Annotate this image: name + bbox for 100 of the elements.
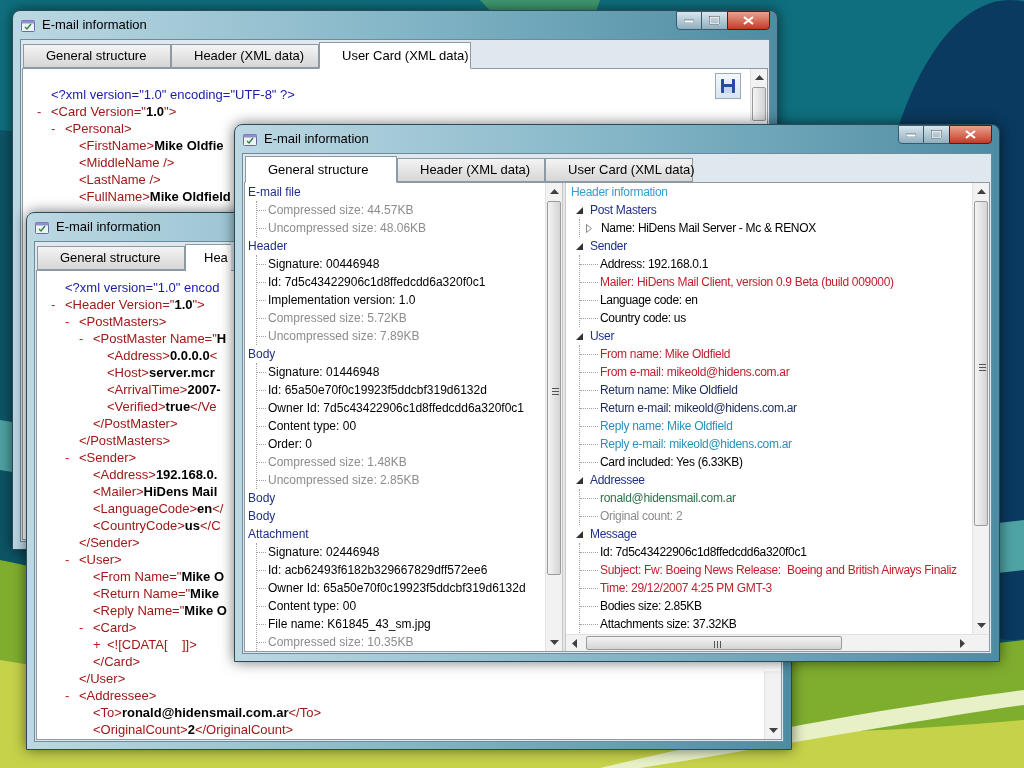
scroll-up-arrow-icon[interactable] [977, 189, 986, 194]
tab[interactable]: User Card (XML data) [545, 158, 693, 182]
expanded-triangle-icon[interactable] [576, 332, 583, 340]
close-button[interactable] [727, 11, 770, 30]
tree-item[interactable]: Language code: en [600, 291, 698, 309]
collapse-toggle[interactable]: - [65, 549, 79, 570]
scrollbar[interactable] [972, 183, 989, 634]
tree-group-label[interactable]: Post Masters [590, 201, 657, 219]
tree-group-label[interactable]: Header [248, 237, 288, 255]
tree-item[interactable]: Order: 0 [268, 435, 312, 453]
tree-item[interactable]: File name: K61845_43_sm.jpg [268, 615, 431, 633]
tree-item[interactable]: Id: acb62493f6182b329667829dff572ee6 [268, 561, 488, 579]
tree-item[interactable]: Id: 7d5c43422906c1d8ffedcdd6a320f0c1 [268, 273, 486, 291]
tab[interactable]: User Card (XML data) [319, 42, 471, 69]
maximize-button[interactable] [924, 125, 949, 144]
tree-group-label[interactable]: Sender [590, 237, 627, 255]
tree-group-label[interactable]: Message [590, 525, 637, 543]
collapse-toggle[interactable]: - [79, 617, 93, 638]
tree-group-label[interactable]: User [590, 327, 615, 345]
scrollbar[interactable] [566, 634, 989, 651]
tree-item[interactable]: Owner Id: 65a50e70f0c19923f5ddcbf319d6132d [268, 579, 526, 597]
tree-item[interactable]: Return name: Mike Oldfield [600, 381, 738, 399]
collapse-toggle[interactable]: - [65, 447, 79, 468]
tree-item[interactable]: Subject: Fw: Boeing News Release: Boeing and British Airways Finaliz [600, 561, 957, 579]
tree-item[interactable]: Uncompressed size: 7.89KB [268, 327, 420, 345]
tree-item[interactable]: Compressed size: 5.72KB [268, 309, 407, 327]
minimize-button[interactable] [676, 11, 702, 30]
tree-item[interactable]: From e-mail: mikeold@hidens.com.ar [600, 363, 790, 381]
tree-group-label[interactable]: Attachment [248, 525, 309, 543]
xml-line: <OriginalCount>2</OriginalCount> [93, 720, 294, 739]
tree-item[interactable]: Country code: us [600, 309, 686, 327]
tab[interactable]: Header (XML data) [171, 44, 319, 68]
collapse-toggle[interactable]: - [65, 685, 79, 706]
scrollbar-thumb[interactable] [974, 201, 988, 526]
expanded-triangle-icon[interactable] [576, 206, 583, 214]
tree-item[interactable]: Reply name: Mike Oldfield [600, 417, 733, 435]
tree-item[interactable]: Compressed size: 1.48KB [268, 453, 407, 471]
tree-item[interactable]: Signature: 02446948 [268, 543, 380, 561]
tree-item[interactable]: Owner Id: 7d5c43422906c1d8ffedcdd6a320f0c1 [268, 399, 524, 417]
expanded-triangle-icon[interactable] [576, 476, 583, 484]
tree-item[interactable]: Attachments size: 37.32KB [600, 615, 737, 633]
collapse-toggle[interactable]: - [65, 311, 79, 332]
expanded-triangle-icon[interactable] [576, 242, 583, 250]
scrollbar[interactable] [750, 69, 767, 121]
tree-item[interactable]: Address: 192.168.0.1 [600, 255, 709, 273]
tree-item[interactable]: Implementation version: 1.0 [268, 291, 416, 309]
tree-group-label[interactable]: Body [248, 507, 276, 525]
scrollbar[interactable] [764, 671, 781, 739]
tree-item[interactable]: Id: 7d5c43422906c1d8ffedcdd6a320f0c1 [600, 543, 807, 561]
tab[interactable]: General structure [245, 156, 397, 183]
tree-item[interactable]: Id: 65a50e70f0c19923f5ddcbf319d6132d [268, 381, 487, 399]
scroll-down-arrow-icon[interactable] [769, 728, 778, 733]
tree-item[interactable]: Time: 29/12/2007 4:25 PM GMT-3 [600, 579, 772, 597]
tab[interactable]: Header (XML data) [397, 158, 545, 182]
expanded-triangle-icon[interactable] [576, 530, 583, 538]
close-button[interactable] [949, 125, 992, 144]
tree-group-label[interactable]: Body [248, 489, 276, 507]
collapse-toggle[interactable]: - [51, 294, 65, 315]
collapse-toggle[interactable]: - [51, 118, 65, 139]
tree-item[interactable]: Mailer: HiDens Mail Client, version 0.9 Beta (build 009000) [600, 273, 894, 291]
tree-item[interactable]: Compressed size: 44.57KB [268, 201, 414, 219]
tree-group-label[interactable]: Addressee [590, 471, 645, 489]
tree-item[interactable]: From name: Mike Oldfield [600, 345, 731, 363]
collapse-toggle[interactable]: - [37, 101, 51, 122]
tree-item[interactable]: Name: HiDens Mail Server - Mc & RENOX [601, 219, 816, 237]
tree-group-label[interactable]: E-mail file [248, 183, 301, 201]
tab[interactable]: General structure [37, 246, 185, 270]
scroll-up-arrow-icon[interactable] [755, 75, 764, 80]
scroll-down-arrow-icon[interactable] [550, 640, 559, 645]
xml-line: <Card> [93, 618, 137, 637]
tree-item[interactable]: Reply e-mail: mikeold@hidens.com.ar [600, 435, 792, 453]
scroll-down-arrow-icon[interactable] [977, 623, 986, 628]
tree-item[interactable]: Return e-mail: mikeold@hidens.com.ar [600, 399, 797, 417]
save-button[interactable] [715, 73, 741, 99]
scrollbar-thumb[interactable] [547, 201, 561, 575]
tree-item[interactable]: Content type: 00 [268, 417, 357, 435]
maximize-button[interactable] [702, 11, 727, 30]
tree-item[interactable]: Compressed size: 10.35KB [268, 633, 414, 651]
scrollbar[interactable] [545, 183, 562, 651]
tree-item[interactable]: Signature: 00446948 [268, 255, 380, 273]
scroll-left-arrow-icon[interactable] [572, 639, 577, 648]
scroll-up-arrow-icon[interactable] [550, 189, 559, 194]
tree-item[interactable]: Uncompressed size: 2.85KB [268, 471, 420, 489]
scrollbar-thumb[interactable] [752, 87, 766, 121]
collapsed-triangle-icon[interactable] [586, 223, 592, 233]
tree-item[interactable]: Content type: 00 [268, 597, 357, 615]
tab[interactable]: General structure [23, 44, 171, 68]
tree-item[interactable]: Bodies size: 2.85KB [600, 597, 702, 615]
scrollbar-thumb[interactable] [586, 636, 842, 650]
tree-item[interactable]: ronald@hidensmail.com.ar [600, 489, 736, 507]
collapse-toggle[interactable]: + [93, 634, 107, 655]
tree-item[interactable]: Card included: Yes (6.33KB) [600, 453, 743, 471]
tab[interactable]: Hea [185, 244, 231, 271]
tree-group-label[interactable]: Body [248, 345, 276, 363]
tree-item[interactable]: Uncompressed size: 48.06KB [268, 219, 427, 237]
scroll-right-arrow-icon[interactable] [960, 639, 965, 648]
minimize-button[interactable] [898, 125, 924, 144]
tree-item[interactable]: Original count: 2 [600, 507, 683, 525]
collapse-toggle[interactable]: - [79, 328, 93, 349]
tree-item[interactable]: Signature: 01446948 [268, 363, 380, 381]
